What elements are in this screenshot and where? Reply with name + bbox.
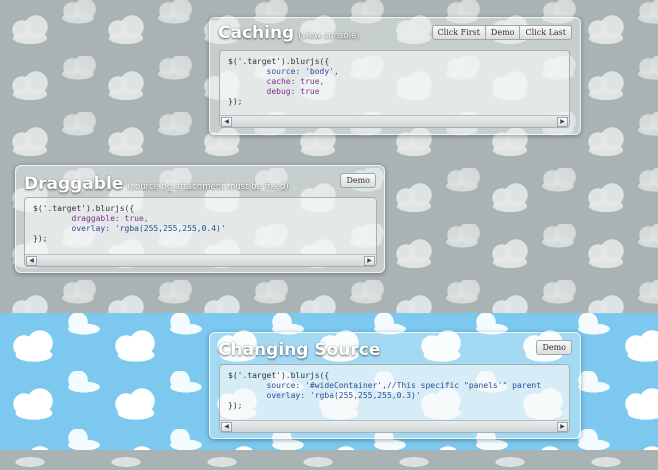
caching-title-text: Caching xyxy=(218,23,295,43)
code-line: overlay: 'rgba(255,255,255,0.3)' xyxy=(228,391,421,400)
draggable-horizontal-scrollbar[interactable]: ◀ ▶ xyxy=(25,254,376,266)
changing-source-demo-button[interactable]: Demo xyxy=(536,340,572,355)
code-line: source: 'body', xyxy=(228,67,339,76)
scroll-right-arrow-icon[interactable]: ▶ xyxy=(364,256,375,266)
changing-source-title: Changing Source xyxy=(218,340,381,360)
code-line: overlay: 'rgba(255,255,255,0.4)' xyxy=(33,224,226,233)
caching-code-block: $('.target').blurjs({ source: 'body', ca… xyxy=(219,50,570,128)
view-console-link[interactable]: (view console) xyxy=(298,31,359,41)
draggable-code-block: $('.target').blurjs({ draggable: true, o… xyxy=(24,197,377,267)
code-line: source: '#wideContainer',//This specific… xyxy=(228,381,542,390)
code-line: cache: true, xyxy=(228,77,325,86)
caching-demo-button[interactable]: Demo xyxy=(485,25,521,40)
changing-source-panel: Changing Source Demo $('.target').blurjs… xyxy=(209,332,581,439)
click-first-button[interactable]: Click First xyxy=(431,25,486,40)
code-line: }); xyxy=(228,97,243,106)
changing-source-horizontal-scrollbar[interactable]: ◀ ▶ xyxy=(220,420,569,432)
draggable-subtitle: (source bg attachment must be fixed) xyxy=(127,182,289,192)
click-last-button[interactable]: Click Last xyxy=(520,25,572,40)
scroll-left-arrow-icon[interactable]: ◀ xyxy=(221,117,232,127)
caching-panel: Caching (view console) Click First Demo C… xyxy=(209,17,581,135)
cloud-background-bottom xyxy=(0,450,658,470)
scroll-left-arrow-icon[interactable]: ◀ xyxy=(221,422,232,432)
caching-title: Caching (view console) xyxy=(218,23,360,43)
scroll-right-arrow-icon[interactable]: ▶ xyxy=(557,422,568,432)
draggable-title-text: Draggable xyxy=(24,174,124,194)
code-line: $('.target').blurjs({ xyxy=(228,57,330,66)
draggable-panel[interactable]: Draggable (source bg attachment must be f… xyxy=(15,165,385,273)
changing-source-code-block: $('.target').blurjs({ source: '#wideCont… xyxy=(219,364,570,433)
caching-button-group: Click First Demo Click Last xyxy=(431,25,572,40)
scroll-right-arrow-icon[interactable]: ▶ xyxy=(557,117,568,127)
code-line: }); xyxy=(228,401,243,410)
code-line: $('.target').blurjs({ xyxy=(33,204,135,213)
code-line: }); xyxy=(33,234,48,243)
scroll-left-arrow-icon[interactable]: ◀ xyxy=(26,256,37,266)
code-line: draggable: true, xyxy=(33,214,149,223)
draggable-title: Draggable (source bg attachment must be f… xyxy=(24,174,289,194)
code-line: debug: true xyxy=(228,87,320,96)
code-line: $('.target').blurjs({ xyxy=(228,371,330,380)
caching-horizontal-scrollbar[interactable]: ◀ ▶ xyxy=(220,115,569,127)
draggable-demo-button[interactable]: Demo xyxy=(340,173,376,188)
